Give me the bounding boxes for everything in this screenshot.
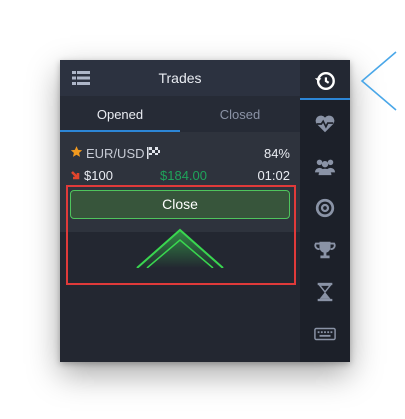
trade-row-values: $100 $184.00 01:02 [70, 168, 290, 184]
sidebar-item-social[interactable] [300, 145, 350, 185]
trade-profit: $184.00 [160, 168, 207, 183]
sidebar-item-signals[interactable] [300, 103, 350, 143]
community-users-icon [314, 159, 336, 176]
sidebar-item-tournaments[interactable] [300, 187, 350, 227]
tab-opened[interactable]: Opened [60, 107, 180, 122]
target-icon [315, 198, 335, 218]
sidebar-item-hotkeys[interactable] [300, 313, 350, 353]
trades-tabs: Opened Closed [60, 96, 300, 132]
down-arrow-icon [70, 169, 81, 184]
highlight-box [66, 185, 296, 285]
time-remaining: 01:02 [257, 168, 290, 183]
payout-percent: 84% [263, 146, 290, 161]
tab-closed[interactable]: Closed [180, 107, 300, 122]
hourglass-icon [317, 282, 333, 302]
trade-history-icon [314, 72, 335, 90]
sidebar-item-achievements[interactable] [300, 229, 350, 269]
trophy-icon [314, 241, 336, 259]
page-title: Trades [158, 70, 202, 86]
pointer-arrow-icon [360, 51, 397, 111]
trade-amount: $100 [84, 168, 113, 183]
keyboard-icon [314, 327, 336, 341]
right-sidebar [300, 60, 350, 362]
trade-row-asset: EUR/USD 84% [70, 146, 290, 162]
star-icon[interactable] [70, 145, 83, 161]
sidebar-item-pending[interactable] [300, 271, 350, 311]
sidebar-item-trades[interactable] [300, 60, 350, 100]
asset-pair: EUR/USD [86, 146, 145, 161]
trades-header: Trades [60, 60, 300, 96]
checkered-flag-icon [147, 147, 160, 162]
heart-pulse-icon [315, 115, 335, 133]
